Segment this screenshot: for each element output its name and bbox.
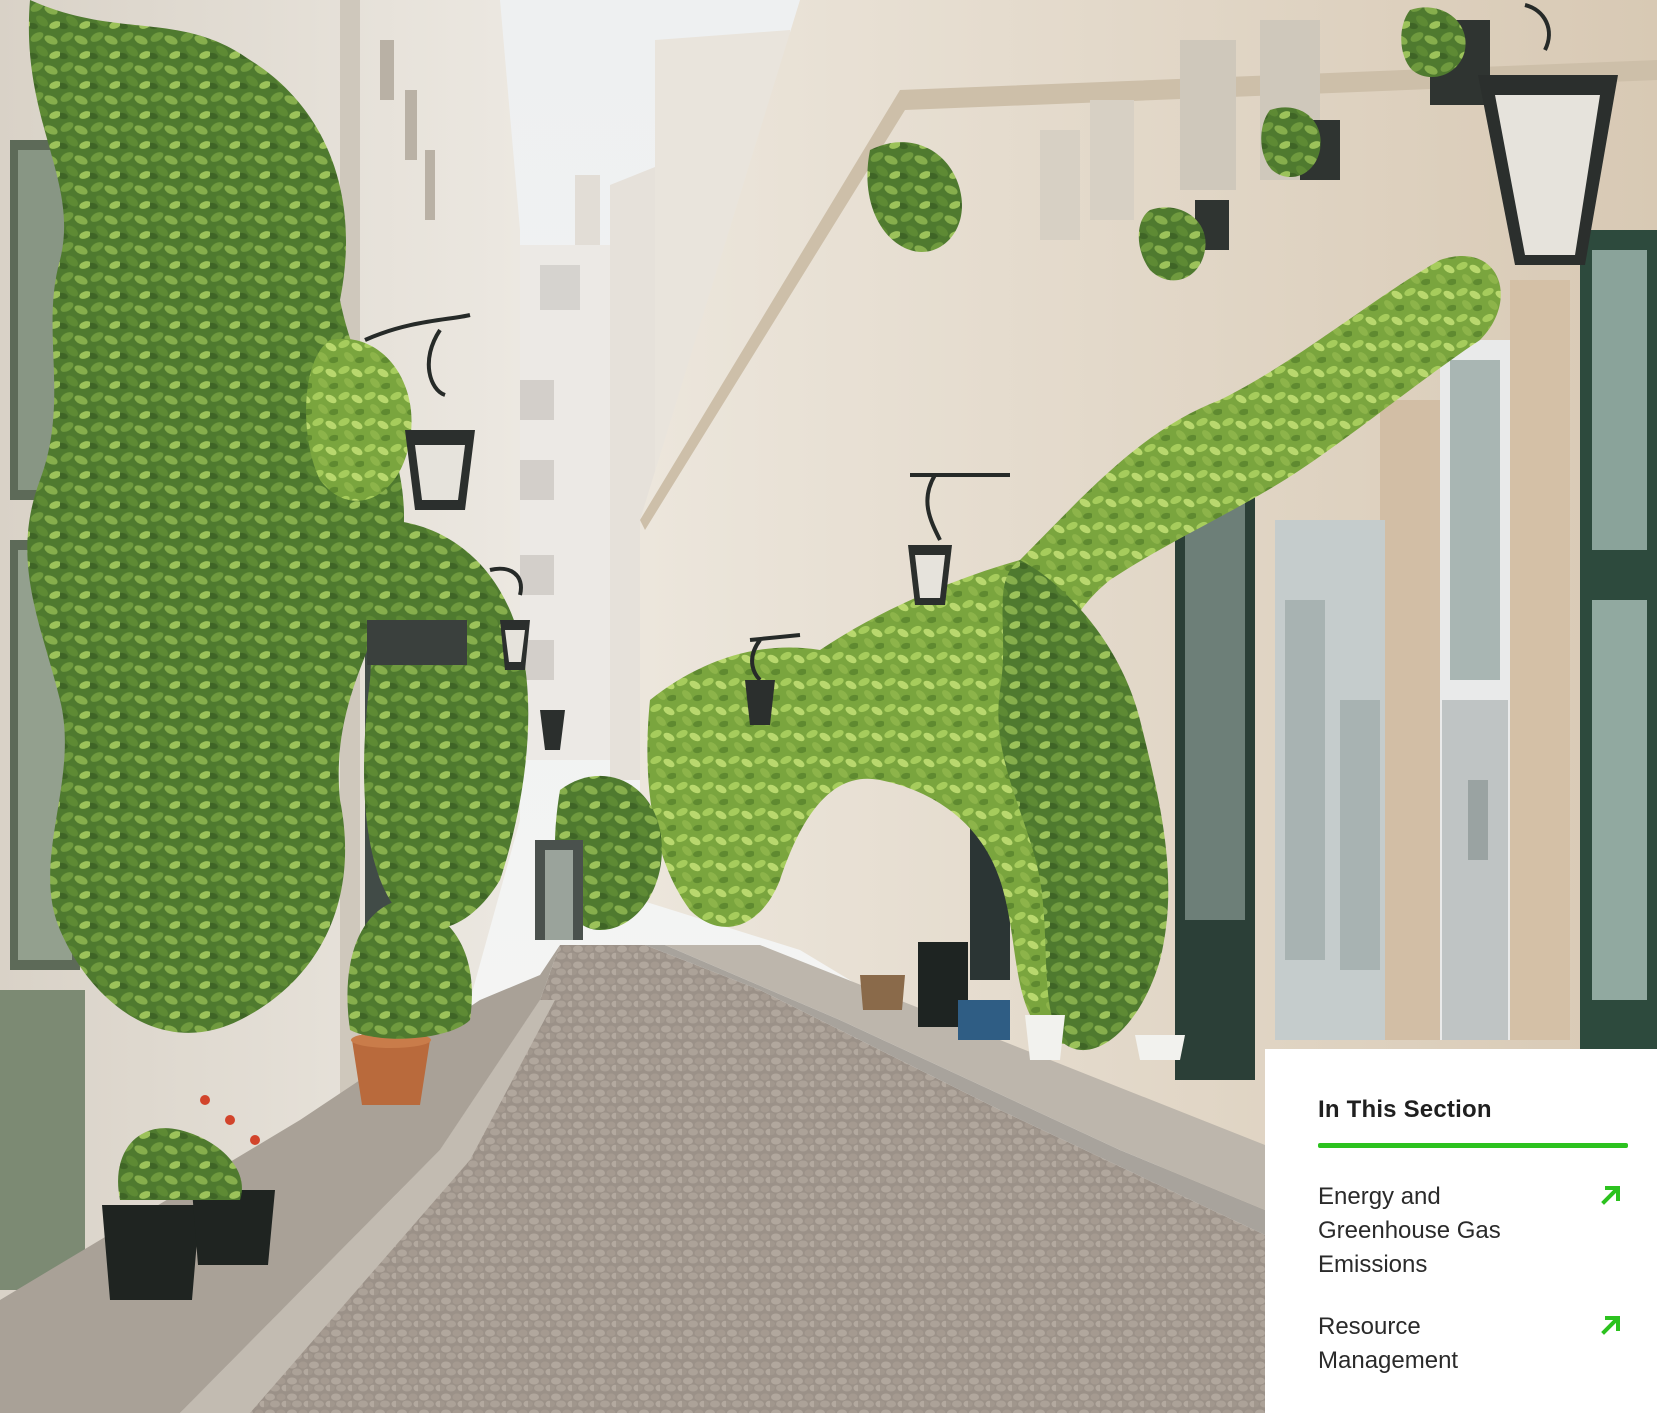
arrow-up-right-icon[interactable] (1598, 1312, 1624, 1338)
section-links-list: Energy and Greenhouse Gas Emissions Reso… (1318, 1180, 1628, 1378)
section-link-energy[interactable]: Energy and Greenhouse Gas Emissions (1318, 1180, 1628, 1282)
arrow-up-right-icon[interactable] (1598, 1182, 1624, 1208)
section-link-resource-management[interactable]: Resource Management (1318, 1310, 1628, 1378)
section-title: In This Section (1318, 1096, 1492, 1123)
page: In This Section Energy and Greenhouse Ga… (0, 0, 1657, 1413)
section-link-label[interactable]: Energy and Greenhouse Gas Emissions (1318, 1180, 1508, 1282)
section-title-underline (1318, 1143, 1628, 1148)
in-this-section-panel: In This Section Energy and Greenhouse Ga… (1265, 1049, 1657, 1413)
section-link-label[interactable]: Resource Management (1318, 1310, 1508, 1378)
